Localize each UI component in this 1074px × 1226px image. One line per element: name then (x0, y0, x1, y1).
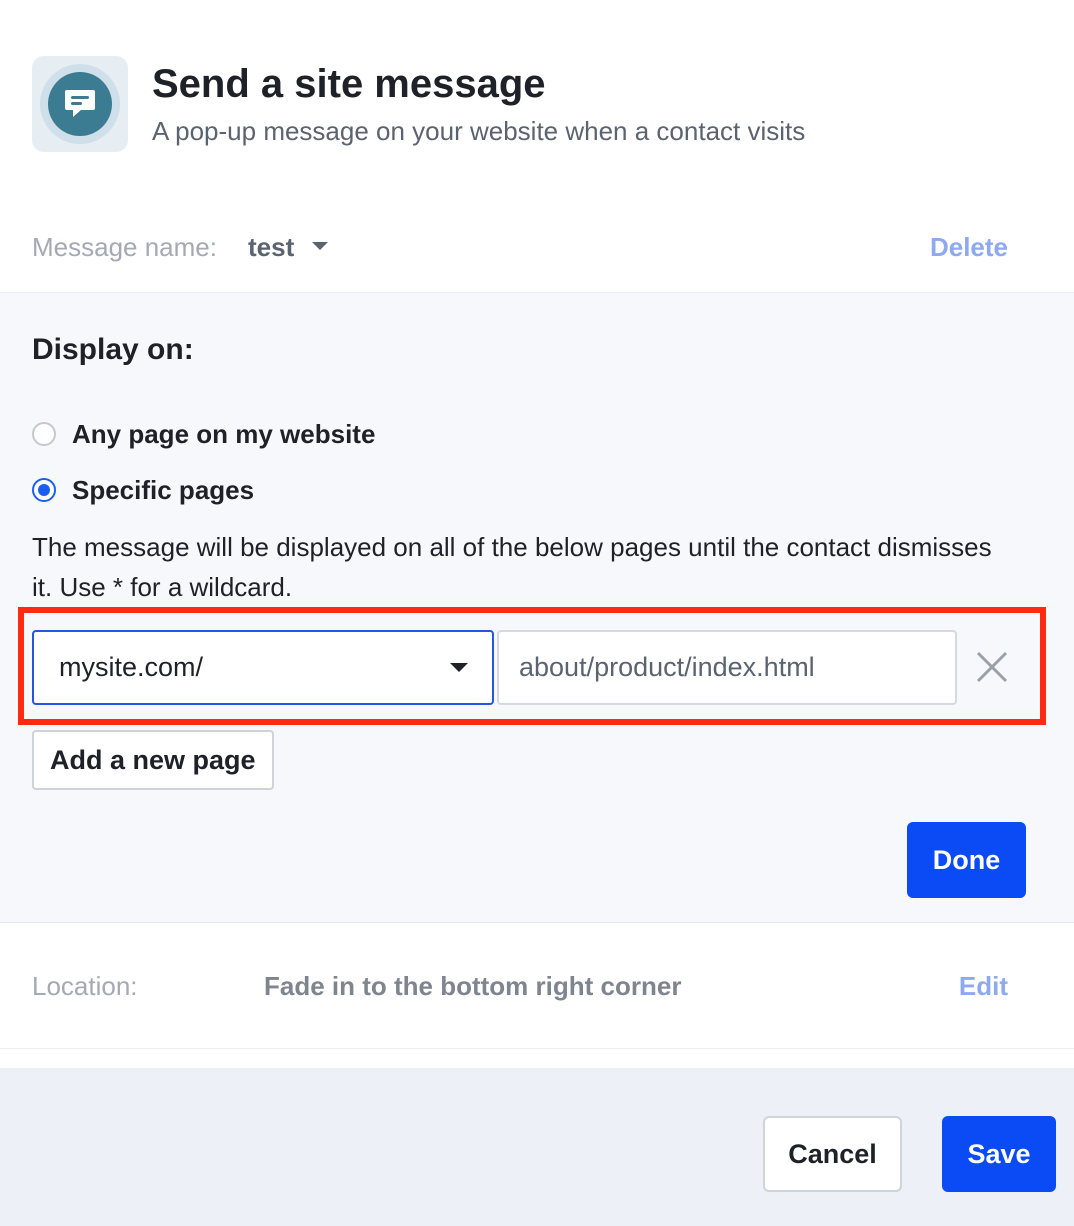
done-button[interactable]: Done (907, 822, 1026, 898)
close-icon[interactable] (972, 647, 1012, 687)
help-text: The message will be displayed on all of … (32, 532, 992, 602)
message-name-label: Message name: (32, 232, 217, 262)
dialog-title: Send a site message (152, 62, 546, 106)
message-name-dropdown[interactable]: test (248, 232, 294, 263)
display-on-panel: Display on: Any page on my website Speci… (0, 293, 1074, 923)
message-name-row: Message name: test Delete (0, 200, 1074, 293)
radio-any-page[interactable]: Any page on my website (32, 419, 375, 449)
page-path-input[interactable] (497, 630, 957, 705)
delete-link[interactable]: Delete (930, 232, 1008, 263)
chevron-down-icon[interactable] (450, 663, 468, 672)
chevron-down-icon[interactable] (312, 242, 328, 250)
radio-button-checked[interactable] (32, 478, 56, 502)
radio-label[interactable]: Specific pages (72, 475, 254, 506)
chat-message-icon (48, 72, 112, 136)
edit-location-link[interactable]: Edit (959, 971, 1008, 1002)
save-button[interactable]: Save (942, 1116, 1056, 1192)
add-new-page-button[interactable]: Add a new page (32, 730, 274, 790)
dialog-subtitle: A pop-up message on your website when a … (152, 116, 806, 146)
domain-select[interactable]: mysite.com/ (32, 630, 494, 705)
radio-label[interactable]: Any page on my website (72, 419, 375, 450)
display-on-title: Display on: (32, 333, 194, 366)
cancel-button[interactable]: Cancel (763, 1116, 902, 1192)
location-row: Location: Fade in to the bottom right co… (0, 923, 1074, 1049)
location-label: Location: (32, 971, 138, 1001)
location-value: Fade in to the bottom right corner (264, 971, 682, 1001)
header-icon-tile (32, 56, 128, 152)
radio-button[interactable] (32, 422, 56, 446)
dialog-footer: Cancel Save (0, 1068, 1074, 1226)
dialog-header: Send a site message A pop-up message on … (32, 56, 1032, 156)
radio-specific-pages[interactable]: Specific pages (32, 475, 254, 505)
domain-select-value[interactable]: mysite.com/ (59, 652, 203, 683)
